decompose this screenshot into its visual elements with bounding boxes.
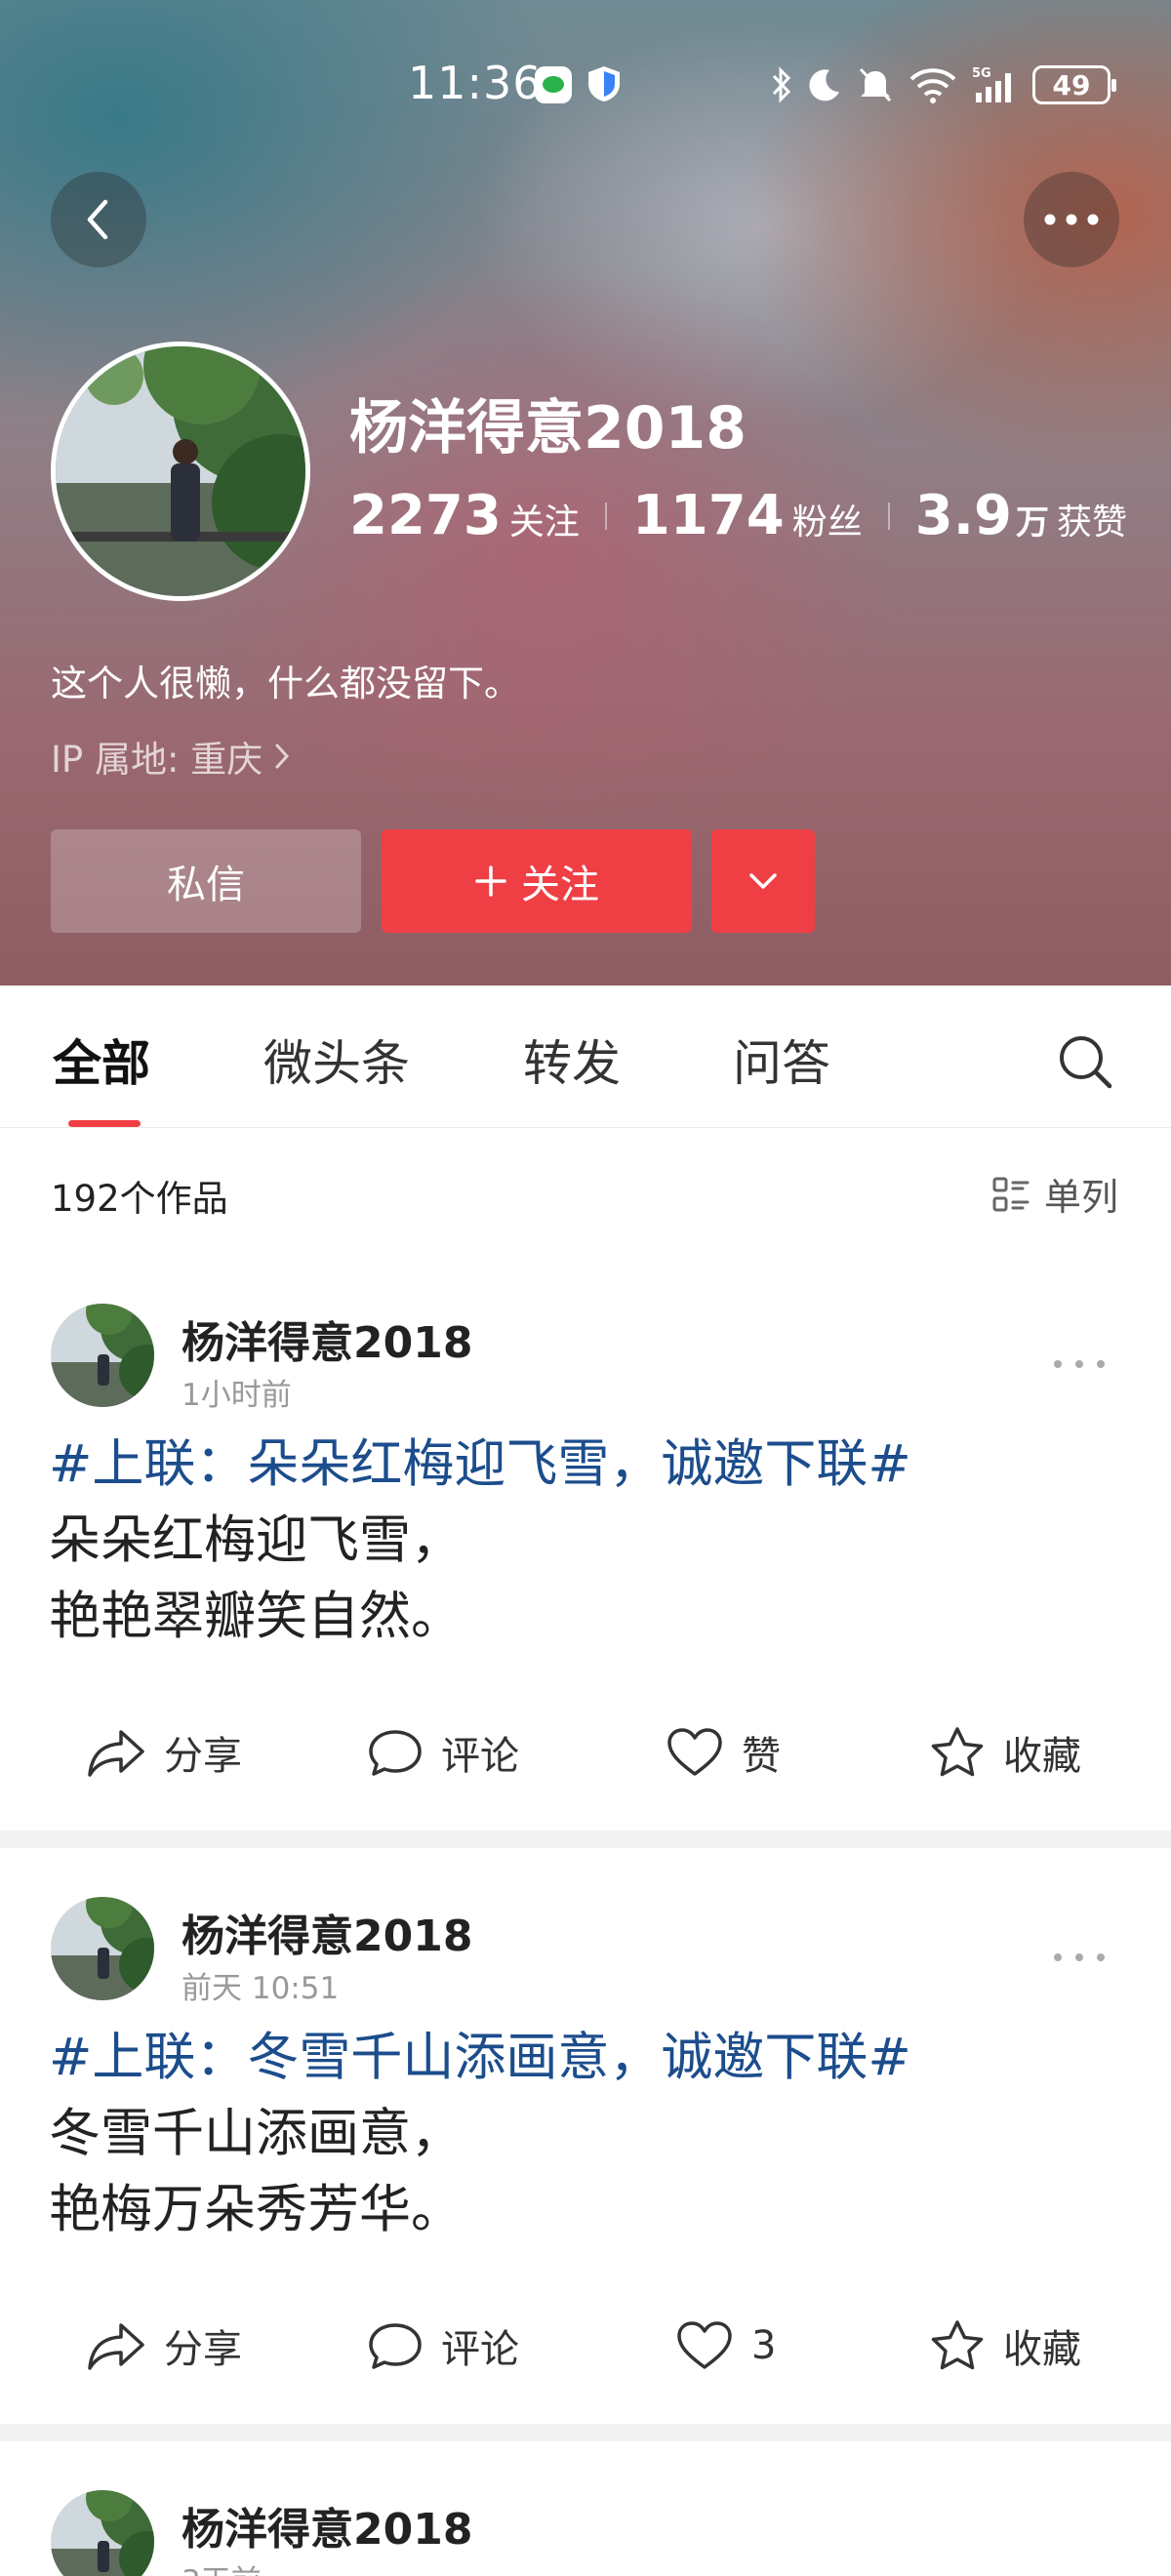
heart-icon — [677, 2321, 732, 2369]
stat-divider — [604, 502, 607, 530]
comment-label: 评论 — [441, 2327, 519, 2372]
recommend-dropdown-button[interactable] — [711, 829, 815, 933]
active-tab-indicator — [68, 1120, 141, 1127]
like-label: 赞 — [742, 1734, 781, 1779]
signal-icon: 5G — [972, 66, 1011, 102]
tab-reposts[interactable]: 转发 — [523, 1025, 621, 1095]
post-topic-tag[interactable]: #上联：朵朵红梅迎飞雪，诚邀下联# — [49, 1423, 911, 1497]
share-button[interactable]: 分享 — [86, 2307, 242, 2385]
mute-icon — [859, 67, 892, 102]
star-icon — [931, 1727, 984, 1777]
like-count: 3 — [751, 2323, 777, 2368]
content-tabs: 全部 微头条 转发 问答 — [0, 986, 1171, 1128]
post-text-line: 艳艳翠瓣笑自然。 — [49, 1587, 463, 1646]
profile-name: 杨洋得意2018 — [349, 394, 747, 463]
wifi-icon — [909, 68, 956, 103]
post-card[interactable]: 杨洋得意2018 1小时前 #上联：朵朵红梅迎飞雪，诚邀下联# 朵朵红梅迎飞雪，… — [0, 1255, 1171, 1831]
following-label[interactable]: 关注 — [509, 494, 580, 544]
collect-button[interactable]: 收藏 — [929, 2307, 1081, 2385]
followers-count[interactable]: 1174 — [632, 484, 785, 547]
post-card[interactable]: 杨洋得意2018 3天前 — [0, 2441, 1171, 2576]
post-card[interactable]: 杨洋得意2018 前天 10:51 #上联：冬雪千山添画意，诚邀下联# 冬雪千山… — [0, 1848, 1171, 2424]
profile-avatar[interactable] — [51, 342, 310, 601]
post-text-line: 朵朵红梅迎飞雪， — [49, 1510, 463, 1570]
tab-micro-headlines[interactable]: 微头条 — [263, 1025, 410, 1095]
chevron-right-icon — [275, 744, 290, 769]
follow-button-label: 关注 — [521, 863, 599, 907]
post-author-name[interactable]: 杨洋得意2018 — [182, 1901, 472, 1963]
collect-label: 收藏 — [1003, 1734, 1081, 1779]
post-author-avatar[interactable] — [51, 1897, 154, 2000]
post-topic-tag[interactable]: #上联：冬雪千山添画意，诚邀下联# — [49, 2016, 911, 2090]
share-icon — [88, 1730, 144, 1777]
view-mode-label: 单列 — [1043, 1176, 1118, 1219]
moon-icon — [809, 69, 839, 101]
status-time: 11:36 — [408, 57, 543, 109]
back-icon — [87, 199, 108, 240]
bluetooth-icon — [772, 66, 791, 103]
collect-label: 收藏 — [1003, 2327, 1081, 2372]
shield-icon — [588, 66, 620, 101]
post-author-name[interactable]: 杨洋得意2018 — [182, 1308, 472, 1370]
post-author-avatar[interactable] — [51, 2490, 154, 2576]
ip-location-text: IP 属地: 重庆 — [51, 739, 263, 781]
share-icon — [88, 2323, 144, 2370]
post-text-line: 冬雪千山添画意， — [49, 2104, 463, 2163]
tab-qa[interactable]: 问答 — [733, 1025, 830, 1095]
share-button[interactable]: 分享 — [86, 1713, 242, 1791]
post-time: 3天前 — [182, 2556, 262, 2576]
wechat-icon — [535, 66, 572, 103]
comment-button[interactable]: 评论 — [367, 1713, 519, 1791]
status-icons: 5G 49 — [771, 60, 1116, 109]
collect-button[interactable]: 收藏 — [929, 1713, 1081, 1791]
ip-location[interactable]: IP 属地: 重庆 — [51, 730, 292, 783]
post-time: 1小时前 — [182, 1378, 292, 1413]
likes-unit: 万 — [1015, 503, 1049, 543]
post-author-avatar[interactable] — [51, 1304, 154, 1407]
battery-indicator: 49 — [1032, 65, 1116, 104]
chevron-down-icon — [749, 873, 777, 889]
profile-stats: 2273 关注 1174 粉丝 3.9 万 获赞 — [349, 484, 1127, 547]
profile-header: 11:36 5G 49 杨洋得意2018 2273 关注 1174 粉丝 3.9… — [0, 0, 1171, 986]
more-button[interactable] — [1024, 172, 1119, 267]
comment-icon — [369, 2323, 422, 2369]
like-button[interactable]: 赞 — [666, 1713, 781, 1791]
back-button[interactable] — [51, 172, 146, 267]
tab-all[interactable]: 全部 — [53, 1025, 150, 1095]
share-label: 分享 — [164, 2327, 242, 2372]
avatar-photo — [56, 346, 305, 596]
plus-icon — [475, 865, 506, 897]
followers-label[interactable]: 粉丝 — [792, 494, 863, 544]
comment-label: 评论 — [441, 1734, 519, 1779]
post-text-line: 艳梅万朵秀芳华。 — [49, 2180, 463, 2239]
post-time: 前天 10:51 — [182, 1971, 340, 2006]
follow-button[interactable]: 关注 — [382, 829, 692, 933]
share-label: 分享 — [164, 1734, 242, 1779]
status-bar: 11:36 5G 49 — [0, 49, 1171, 127]
stat-divider — [887, 502, 890, 530]
heart-icon — [667, 1728, 722, 1776]
list-view-icon — [992, 1177, 1030, 1211]
post-more-icon[interactable] — [1050, 1354, 1109, 1374]
more-icon — [1044, 214, 1099, 225]
likes-count: 3.9 — [914, 484, 1012, 547]
view-mode-toggle[interactable]: 单列 — [991, 1167, 1118, 1221]
comment-button[interactable]: 评论 — [367, 2307, 519, 2385]
message-button[interactable]: 私信 — [51, 829, 361, 933]
profile-bio: 这个人很懒，什么都没留下。 — [51, 663, 520, 704]
comment-icon — [369, 1730, 422, 1776]
post-actions: 分享 评论 3 收藏 — [0, 2307, 1171, 2385]
search-icon[interactable] — [1056, 1032, 1114, 1091]
works-summary-row: 192个作品 单列 — [0, 1128, 1171, 1255]
works-count: 192个作品 — [51, 1178, 228, 1220]
message-button-label: 私信 — [167, 863, 245, 907]
following-count[interactable]: 2273 — [349, 484, 502, 547]
post-author-name[interactable]: 杨洋得意2018 — [182, 2494, 472, 2556]
post-more-icon[interactable] — [1050, 1948, 1109, 1967]
star-icon — [931, 2320, 984, 2370]
post-actions: 分享 评论 赞 收藏 — [0, 1713, 1171, 1791]
like-button[interactable]: 3 — [675, 2307, 776, 2385]
likes-label: 获赞 — [1056, 503, 1127, 543]
network-label: 5G — [972, 66, 991, 81]
